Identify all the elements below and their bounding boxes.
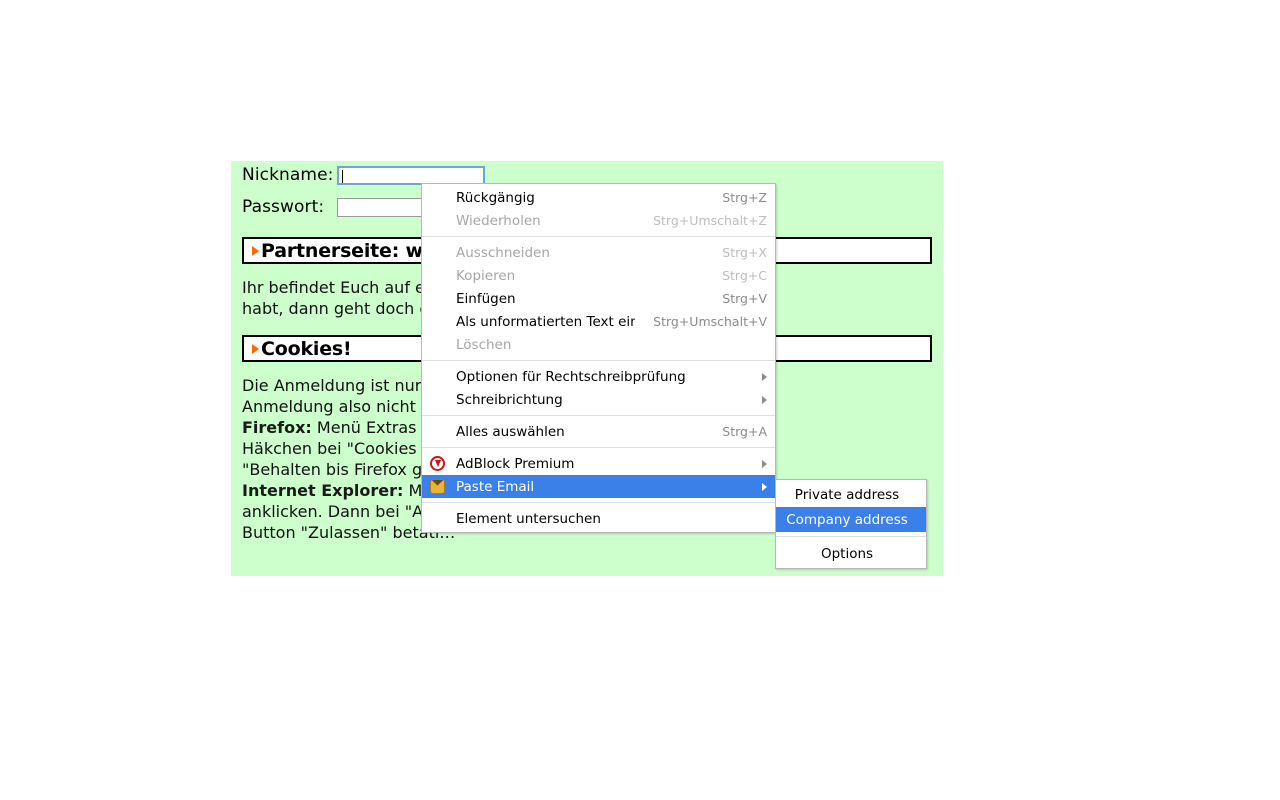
menu-item-einf-gen[interactable]: Einfügen Strg+V — [422, 287, 775, 310]
section-heading-text: Partnerseite: ww — [261, 239, 441, 262]
menu-item-shortcut: Strg+Umschalt+V — [653, 314, 767, 329]
menu-item-label: Als unformatierten Text einfügen — [456, 313, 636, 330]
menu-item-shortcut: Strg+C — [722, 268, 767, 283]
browser-context-menu[interactable]: Rückgängig Strg+Z Wiederholen Strg+Umschalt… — [421, 183, 776, 533]
menu-separator — [422, 447, 775, 448]
menu-item-l-schen: Löschen — [422, 333, 775, 356]
menu-item-label: Wiederholen — [456, 212, 541, 229]
paste-email-icon — [428, 478, 448, 495]
ie-lead: Internet Explorer: — [242, 481, 404, 500]
menu-item-label: Einfügen — [456, 290, 516, 307]
submenu-arrow-icon — [762, 372, 767, 381]
orange-triangle-bullet-icon — [252, 245, 259, 256]
menu-item-label: Ausschneiden — [456, 244, 550, 261]
menu-separator — [422, 415, 775, 416]
orange-triangle-bullet-icon — [252, 343, 259, 354]
menu-item-company-address[interactable]: Company address — [776, 507, 926, 532]
menu-separator — [422, 360, 775, 361]
menu-item-label: Kopieren — [456, 267, 516, 284]
menu-item-shortcut: Strg+V — [722, 291, 767, 306]
menu-item-als-unformatierten-text-einf-gen[interactable]: Als unformatierten Text einfügen Strg+Ums… — [422, 310, 775, 333]
menu-item-ausschneiden: Ausschneiden Strg+X — [422, 241, 775, 264]
nickname-label: Nickname: — [242, 165, 334, 185]
firefox-lead: Firefox: — [242, 418, 312, 437]
adblock-icon — [428, 455, 448, 472]
paste-email-submenu[interactable]: Private address Company address Options — [775, 479, 927, 569]
menu-item-r-ckg-ngig[interactable]: Rückgängig Strg+Z — [422, 186, 775, 209]
menu-item-shortcut: Strg+X — [722, 245, 767, 260]
menu-item-label: Alles auswählen — [456, 423, 565, 440]
menu-item-optionen-f-r-rechtschreibpr-fung[interactable]: Optionen für Rechtschreibprüfung — [422, 365, 775, 388]
menu-item-label: Löschen — [456, 336, 512, 353]
nickname-input[interactable] — [337, 165, 485, 185]
paste-email-icon-glyph — [430, 478, 445, 494]
submenu-arrow-icon — [762, 395, 767, 404]
menu-item-label: AdBlock Premium — [456, 455, 575, 472]
menu-item-label: Company address — [786, 511, 908, 528]
menu-item-adblock-premium[interactable]: AdBlock Premium — [422, 452, 775, 475]
adblock-icon-glyph — [430, 455, 445, 471]
menu-separator — [422, 502, 775, 503]
menu-item-kopieren: Kopieren Strg+C — [422, 264, 775, 287]
menu-item-element-untersuchen[interactable]: Element untersuchen — [422, 507, 775, 530]
menu-item-shortcut: Strg+Umschalt+Z — [653, 213, 767, 228]
menu-item-label: Paste Email — [456, 478, 535, 495]
screenshot-root: { "page": { "background_color": "#ccffcc… — [0, 0, 1280, 800]
submenu-arrow-icon — [762, 459, 767, 468]
menu-item-label: Optionen für Rechtschreibprüfung — [456, 368, 686, 385]
section-heading-text: Cookies! — [261, 337, 352, 360]
menu-item-label: Private address — [794, 486, 900, 503]
menu-item-label: Element untersuchen — [456, 510, 601, 527]
menu-separator — [776, 536, 926, 537]
menu-item-wiederholen: Wiederholen Strg+Umschalt+Z — [422, 209, 775, 232]
menu-item-options[interactable]: Options — [776, 541, 926, 566]
menu-item-shortcut: Strg+A — [722, 424, 767, 439]
text-caret — [342, 169, 343, 183]
menu-item-label: Schreibrichtung — [456, 391, 563, 408]
menu-item-schreibrichtung[interactable]: Schreibrichtung — [422, 388, 775, 411]
menu-separator — [422, 236, 775, 237]
menu-item-label: Options — [820, 545, 874, 562]
menu-item-private-address[interactable]: Private address — [776, 482, 926, 507]
menu-item-alles-ausw-hlen[interactable]: Alles auswählen Strg+A — [422, 420, 775, 443]
menu-item-label: Rückgängig — [456, 189, 535, 206]
menu-item-paste-email[interactable]: Paste Email — [422, 475, 775, 498]
submenu-arrow-icon — [762, 482, 767, 491]
password-label: Passwort: — [242, 197, 325, 217]
menu-item-shortcut: Strg+Z — [722, 190, 767, 205]
